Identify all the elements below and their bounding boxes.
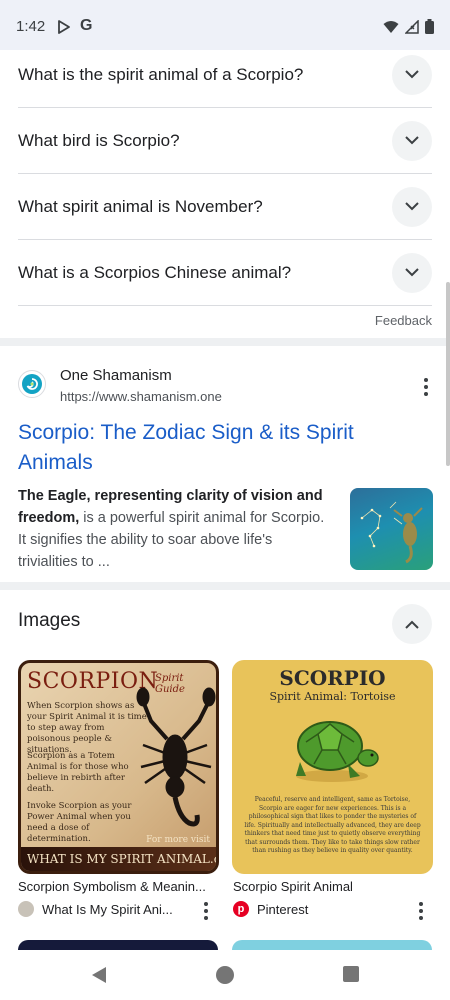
section-divider xyxy=(0,338,450,346)
tortoise-illustration xyxy=(296,721,379,782)
wifi-icon xyxy=(383,20,399,39)
faq-item[interactable]: What is a Scorpios Chinese animal? xyxy=(18,240,432,306)
home-icon[interactable] xyxy=(216,966,234,984)
faq-question: What spirit animal is November? xyxy=(18,196,263,216)
play-store-icon xyxy=(57,20,71,39)
image-source[interactable]: What Is My Spirit Ani... xyxy=(18,901,173,917)
image-result-tortoise[interactable]: SCORPIO Spirit Animal: Tortoise Peaceful… xyxy=(232,660,433,874)
people-also-ask: What is the spirit animal of a Scorpio? … xyxy=(0,42,450,306)
battery-icon xyxy=(425,19,434,39)
image-source-name: Pinterest xyxy=(257,901,309,917)
expand-button[interactable] xyxy=(392,54,432,95)
chevron-down-icon xyxy=(405,70,419,79)
scrollbar[interactable] xyxy=(446,282,450,466)
scorpion-illustration xyxy=(136,687,216,827)
chevron-down-icon xyxy=(405,202,419,211)
image-text-more: For more visit xyxy=(146,835,210,845)
image-text-para: When Scorpion shows as your Spirit Anima… xyxy=(27,701,147,755)
result-thumbnail[interactable] xyxy=(350,488,433,570)
image-source[interactable]: p Pinterest xyxy=(233,901,308,917)
recent-apps-icon[interactable] xyxy=(343,966,359,982)
image-caption[interactable]: Scorpion Symbolism & Meanin... xyxy=(18,879,206,894)
image-result-peek[interactable] xyxy=(232,940,432,950)
chevron-up-icon xyxy=(405,620,419,629)
collapse-button[interactable] xyxy=(392,604,432,644)
faq-question: What bird is Scorpio? xyxy=(18,130,180,150)
expand-button[interactable] xyxy=(392,186,432,227)
wolf-icon xyxy=(18,901,34,917)
feedback-link[interactable]: Feedback xyxy=(375,313,432,328)
image-caption[interactable]: Scorpio Spirit Animal xyxy=(233,879,353,894)
faq-question: What is a Scorpios Chinese animal? xyxy=(18,262,292,282)
faq-question: What is the spirit animal of a Scorpio? xyxy=(18,64,304,84)
google-icon: G xyxy=(80,17,93,34)
chevron-down-icon xyxy=(405,136,419,145)
expand-button[interactable] xyxy=(392,252,432,293)
section-divider xyxy=(0,582,450,590)
result-title-link[interactable]: Scorpio: The Zodiac Sign & its Spirit An… xyxy=(18,418,418,478)
faq-item[interactable]: What bird is Scorpio? xyxy=(18,108,432,174)
expand-button[interactable] xyxy=(392,120,432,161)
image-text-subtitle: Spirit Animal: Tortoise xyxy=(269,690,396,703)
image-result-peek[interactable] xyxy=(18,940,218,950)
site-url[interactable]: https://www.shamanism.one xyxy=(60,389,222,404)
image-text-para: Invoke Scorpion as your Power Animal whe… xyxy=(27,801,132,844)
image-text-footer: WHAT IS MY SPIRIT ANIMAL.com xyxy=(21,847,216,871)
site-favicon[interactable] xyxy=(18,370,46,398)
result-snippet: The Eagle, representing clarity of visio… xyxy=(18,485,328,573)
image-source-name: What Is My Spirit Ani... xyxy=(42,901,173,917)
chevron-down-icon xyxy=(405,268,419,277)
more-options-icon[interactable] xyxy=(416,377,436,397)
signal-icon xyxy=(404,18,419,39)
pinterest-icon: p xyxy=(233,901,249,917)
faq-item[interactable]: What is the spirit animal of a Scorpio? xyxy=(18,42,432,108)
more-options-icon[interactable] xyxy=(196,901,216,921)
image-text-title: SCORPIO xyxy=(279,666,386,690)
images-section-title: Images xyxy=(18,610,81,631)
navigation-bar xyxy=(0,950,450,1000)
image-text-para: Scorpion as a Totem Animal is for those … xyxy=(27,751,129,794)
image-result-scorpion[interactable]: SCORPION Spirit Guide When Scorpion show… xyxy=(18,660,219,874)
image-text-body: Peaceful, reserve and intelligent, same … xyxy=(244,796,421,854)
more-options-icon[interactable] xyxy=(411,901,431,921)
back-icon[interactable] xyxy=(90,966,108,989)
status-time: 1:42 xyxy=(16,18,46,35)
site-name[interactable]: One Shamanism xyxy=(60,367,172,384)
faq-item[interactable]: What spirit animal is November? xyxy=(18,174,432,240)
